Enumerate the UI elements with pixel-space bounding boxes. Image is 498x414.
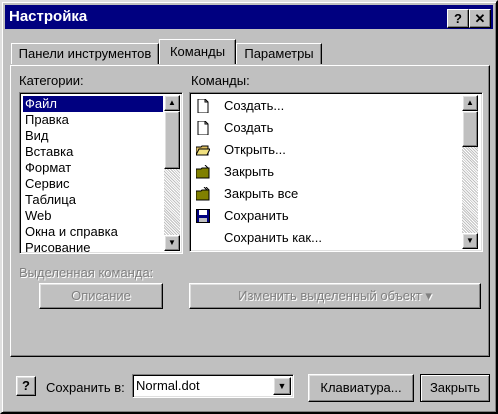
category-item[interactable]: Вставка	[23, 144, 163, 160]
command-item-label: Закрыть все	[224, 186, 299, 201]
command-item[interactable]: Создать	[190, 117, 460, 139]
tab-toolbars[interactable]: Панели инструментов	[11, 43, 159, 64]
scroll-thumb[interactable]	[164, 111, 180, 169]
window-title: Настройка	[9, 8, 88, 25]
scroll-up-arrow-icon[interactable]: ▲	[462, 95, 478, 111]
category-item[interactable]: Таблица	[23, 192, 163, 208]
category-item[interactable]: Окна и справка	[23, 224, 163, 240]
category-item[interactable]: Сервис	[23, 176, 163, 192]
command-item-label: Сохранить	[224, 208, 289, 223]
category-item[interactable]: Файл	[23, 96, 163, 112]
title-bar[interactable]: Настройка ? ✕	[5, 5, 493, 29]
categories-label: Категории:	[19, 73, 84, 88]
scroll-down-arrow-icon[interactable]: ▼	[462, 233, 478, 249]
category-item[interactable]: Web	[23, 208, 163, 224]
categories-scrollbar[interactable]: ▲ ▼	[164, 95, 180, 251]
category-item[interactable]: Вид	[23, 128, 163, 144]
command-item-label: Открыть...	[224, 142, 286, 157]
command-item-label: Сохранить как...	[224, 230, 322, 245]
close-button[interactable]: Закрыть	[420, 374, 490, 402]
scroll-down-arrow-icon[interactable]: ▼	[164, 235, 180, 251]
commands-list[interactable]: Создать... Создать Открыть... Закрыть Закрыт…	[189, 92, 483, 252]
save-in-value: Normal.dot	[136, 378, 200, 393]
command-item[interactable]: Закрыть	[190, 161, 460, 183]
scroll-thumb[interactable]	[462, 111, 478, 147]
command-item-label: Создать	[224, 120, 274, 135]
customize-dialog: Настройка ? ✕ Панели инструментов Команд…	[0, 0, 498, 414]
modify-selection-button[interactable]: Изменить выделенный объект ▾	[189, 283, 481, 309]
tab-commands-label: Команды	[169, 44, 226, 59]
close-window-button[interactable]: ✕	[469, 9, 491, 28]
save-in-label: Сохранить в:	[46, 380, 125, 395]
command-item-label: Создать...	[224, 98, 285, 113]
command-item[interactable]: Сохранить	[190, 205, 460, 227]
command-item[interactable]: Сохранить как...	[190, 227, 460, 249]
category-item[interactable]: Формат	[23, 160, 163, 176]
command-item[interactable]: Создать...	[190, 95, 460, 117]
help-icon[interactable]: ?	[16, 376, 36, 396]
command-item-label: Закрыть	[224, 164, 275, 179]
scroll-up-arrow-icon[interactable]: ▲	[164, 95, 180, 111]
command-item[interactable]: Открыть...	[190, 139, 460, 161]
commands-tab-panel: Категории: Файл Правка Вид Вставка Формат Сер…	[10, 65, 490, 357]
command-item[interactable]: Закрыть все	[190, 183, 460, 205]
category-item[interactable]: Правка	[23, 112, 163, 128]
selected-command-label: Выделенная команда:	[19, 265, 154, 280]
keyboard-button[interactable]: Клавиатура...	[308, 374, 414, 402]
category-item[interactable]: Рисование	[23, 240, 163, 253]
commands-scrollbar[interactable]: ▲ ▼	[462, 95, 478, 249]
save-in-combobox[interactable]: Normal.dot ▼	[132, 374, 294, 398]
tab-commands[interactable]: Команды	[159, 39, 236, 64]
commands-label: Команды:	[191, 73, 250, 88]
tab-options[interactable]: Параметры	[236, 43, 322, 64]
help-button[interactable]: ?	[447, 9, 469, 28]
chevron-down-icon[interactable]: ▼	[273, 377, 291, 395]
categories-list[interactable]: Файл Правка Вид Вставка Формат Сервис Таблица W…	[19, 92, 183, 254]
description-button[interactable]: Описание	[39, 283, 163, 309]
